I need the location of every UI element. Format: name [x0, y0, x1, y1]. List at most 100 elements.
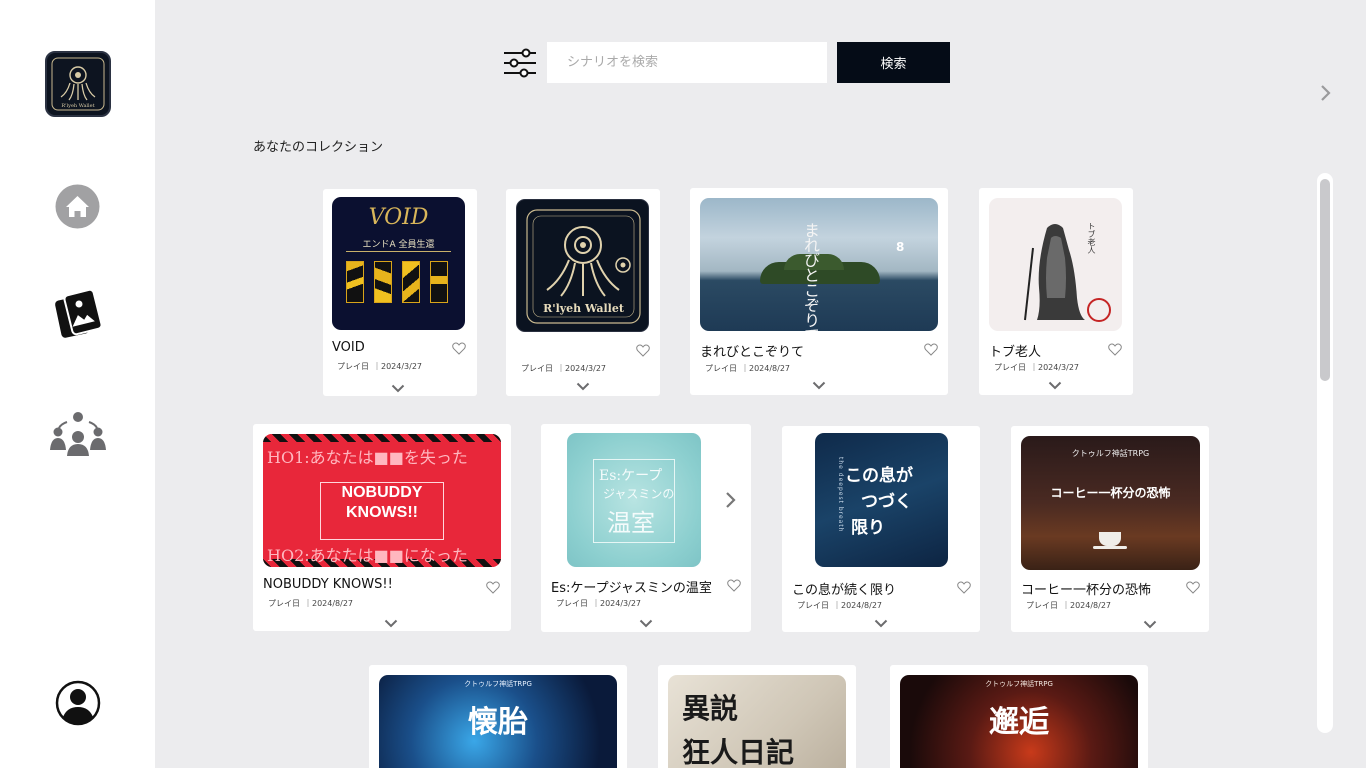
filter-button[interactable]	[502, 46, 538, 80]
scenario-card-rlyeh-wallet[interactable]: R'lyeh Wallet プレイ日 ｜2024/3/27	[506, 189, 660, 396]
card-title: まれびとこぞりて	[700, 345, 805, 360]
play-date-value: ｜2024/3/27	[592, 599, 642, 608]
cthulhu-logo-icon: R'lyeh Wallet	[51, 57, 105, 111]
heart-icon[interactable]	[486, 581, 500, 594]
heart-icon[interactable]	[924, 343, 938, 356]
thumb-ho2: HO2:あなたは■■になった	[267, 546, 468, 565]
nav-profile[interactable]	[55, 680, 101, 726]
card-gallery-icon	[55, 288, 103, 338]
old-man-illustration-icon	[1024, 224, 1111, 322]
card-title: Es:ケープジャスミンの温室	[551, 581, 712, 596]
search-input[interactable]	[547, 42, 827, 83]
card-thumbnail: HO1:あなたは■■を失った NOBUDDY KNOWS!! HO2:あなたは■…	[263, 434, 501, 567]
chevron-down-icon[interactable]	[639, 619, 653, 628]
scenario-card-nobuddy-knows[interactable]: HO1:あなたは■■を失った NOBUDDY KNOWS!! HO2:あなたは■…	[253, 424, 511, 631]
scrollbar-track[interactable]	[1317, 173, 1333, 733]
play-date-label: プレイ日	[797, 601, 829, 610]
play-date-value: ｜2024/3/27	[373, 362, 423, 371]
heart-icon[interactable]	[957, 581, 971, 594]
card-thumbnail: クトゥルフ神話TRPG 懐胎	[379, 675, 617, 768]
thumb-subtitle: エンドA 全員生還	[362, 240, 435, 250]
play-date-value: ｜2024/3/27	[1030, 363, 1080, 372]
play-date-label: プレイ日	[521, 364, 553, 373]
scenario-card-isetsu-kyojin-nikki[interactable]: 異説 狂人日記	[658, 665, 856, 768]
card-title: トブ老人	[989, 345, 1042, 360]
heart-icon[interactable]	[727, 579, 741, 592]
chevron-down-icon[interactable]	[384, 619, 398, 628]
main-content: 検索 あなたのコレクション VOID エンドA 全員生還 VOID プレイ日 ｜…	[155, 0, 1366, 768]
scenario-card-marebito[interactable]: まれびとこぞりて 8 まれびとこぞりて プレイ日 ｜2024/8/27	[690, 188, 948, 395]
nav-home[interactable]	[55, 184, 100, 229]
thumb-title: R'lyeh Wallet	[543, 302, 624, 315]
play-date-label: プレイ日	[337, 362, 369, 371]
heart-icon[interactable]	[636, 344, 650, 357]
thumb-title-line2: つづく	[861, 492, 912, 512]
user-icon	[55, 680, 101, 726]
heart-icon[interactable]	[1186, 581, 1200, 594]
scenario-card-kaitai[interactable]: クトゥルフ神話TRPG 懐胎	[369, 665, 627, 768]
chevron-right-icon[interactable]	[724, 491, 736, 509]
community-icon	[50, 412, 106, 456]
card-thumbnail: トブ老人	[989, 198, 1122, 331]
filter-sliders-icon	[504, 48, 536, 78]
chevron-down-icon[interactable]	[874, 619, 888, 628]
chevron-down-icon[interactable]	[391, 384, 405, 393]
card-thumbnail: the deepest breath この息が つづく 限り	[815, 433, 948, 567]
chevron-right-icon	[1321, 85, 1331, 101]
chevron-down-icon[interactable]	[812, 381, 826, 390]
card-title: NOBUDDY KNOWS!!	[263, 577, 393, 592]
scenario-card-es-cape-jasmine[interactable]: Es:ケープ ジャスミンの 温室 Es:ケープジャスミンの温室 プレイ日 ｜20…	[541, 424, 751, 632]
thumb-title-line1: Es:ケープ	[599, 468, 663, 484]
sidebar: R'lyeh Wallet	[0, 0, 155, 768]
thumb-title-line3: 限り	[851, 518, 885, 538]
scenario-card-tobu-rojin[interactable]: トブ老人 トブ老人 プレイ日 ｜2024/3/27	[979, 188, 1133, 395]
thumb-title: コーヒー一杯分の恐怖	[1050, 486, 1171, 500]
thumb-title: まれびとこぞりて	[801, 222, 820, 331]
collection-heading: あなたのコレクション	[253, 140, 384, 155]
page-next-button[interactable]	[1315, 82, 1335, 104]
scrollbar-thumb[interactable]	[1320, 179, 1330, 381]
chevron-down-icon[interactable]	[576, 382, 590, 391]
thumb-title: VOID	[368, 205, 429, 230]
scenario-card-coffee[interactable]: クトゥルフ神話TRPG コーヒー一杯分の恐怖 コーヒー一杯分の恐怖 プレイ日 ｜…	[1011, 426, 1209, 632]
play-date-value: ｜2024/3/27	[557, 364, 607, 373]
chevron-down-icon[interactable]	[1048, 381, 1062, 390]
thumb-series: クトゥルフ神話TRPG	[985, 680, 1053, 688]
chevron-down-icon[interactable]	[1143, 620, 1157, 629]
search-button[interactable]: 検索	[837, 42, 950, 83]
thumb-ho1: HO1:あなたは■■を失った	[267, 448, 468, 467]
card-thumbnail: 異説 狂人日記	[668, 675, 846, 768]
card-title: コーヒー一杯分の恐怖	[1021, 583, 1152, 598]
thumb-title-line2: 狂人日記	[682, 736, 795, 768]
thumb-title-line2: KNOWS!!	[346, 504, 418, 521]
card-thumbnail: Es:ケープ ジャスミンの 温室	[567, 433, 701, 567]
thumb-title: トブ老人	[1087, 222, 1096, 254]
scenario-card-kono-iki[interactable]: the deepest breath この息が つづく 限り この息が続く限り …	[782, 426, 980, 632]
scenario-card-void[interactable]: VOID エンドA 全員生還 VOID プレイ日 ｜2024/3/27	[323, 189, 477, 396]
thumb-title: 懐胎	[468, 705, 528, 740]
heart-icon[interactable]	[452, 342, 466, 355]
thumb-title-line1: 異説	[682, 692, 739, 725]
app-logo[interactable]: R'lyeh Wallet	[45, 51, 111, 117]
thumb-title-line1: この息が	[845, 466, 913, 486]
card-thumbnail: まれびとこぞりて 8	[700, 198, 938, 331]
heart-icon[interactable]	[1108, 343, 1122, 356]
thumb-subtitle: the deepest breath	[837, 457, 844, 533]
card-title: VOID	[332, 340, 365, 355]
play-date-value: ｜2024/8/27	[741, 364, 791, 373]
play-date-value: ｜2024/8/27	[1062, 601, 1112, 610]
play-date-label: プレイ日	[556, 599, 588, 608]
thumb-title: 邂逅	[989, 705, 1049, 740]
scenario-card-kaiko[interactable]: クトゥルフ神話TRPG 邂逅	[890, 665, 1148, 768]
thumb-series: クトゥルフ神話TRPG	[1071, 449, 1150, 458]
nav-community[interactable]	[49, 410, 107, 460]
play-date-label: プレイ日	[705, 364, 737, 373]
play-date-label: プレイ日	[268, 599, 300, 608]
nav-gallery[interactable]	[52, 286, 104, 342]
play-date-label: プレイ日	[994, 363, 1026, 372]
thumb-title-line3: 温室	[607, 509, 655, 537]
home-icon	[55, 184, 100, 229]
thumb-title-line1: NOBUDDY	[341, 484, 423, 501]
thumb-title-line2: ジャスミンの	[603, 487, 675, 501]
thumb-number: 8	[896, 240, 905, 254]
